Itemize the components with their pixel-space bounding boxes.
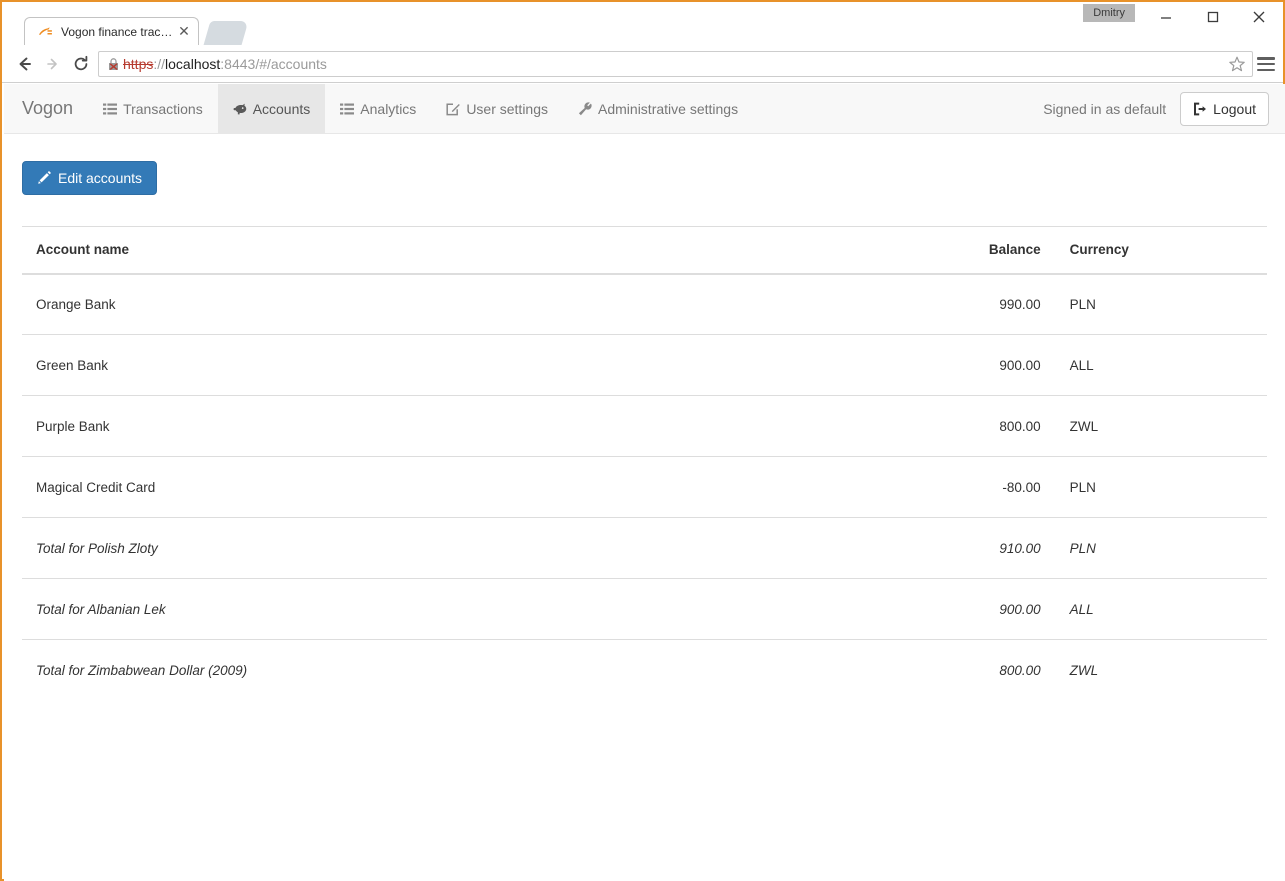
cell-currency: PLN <box>1041 274 1267 335</box>
nav-item-administrative-settings[interactable]: Administrative settings <box>563 84 753 133</box>
list-icon <box>340 102 354 116</box>
table-row: Purple Bank800.00ZWL <box>22 396 1267 457</box>
nav-item-label: Analytics <box>360 101 416 117</box>
table-row-total: Total for Albanian Lek900.00ALL <box>22 579 1267 640</box>
menu-bar-2 <box>1257 63 1275 66</box>
cell-account-name: Total for Albanian Lek <box>22 579 852 640</box>
cell-account-name: Total for Polish Zloty <box>22 518 852 579</box>
cell-account-name: Purple Bank <box>22 396 852 457</box>
cell-account-name: Magical Credit Card <box>22 457 852 518</box>
browser-tab[interactable]: Vogon finance tracker ✕ <box>24 17 199 45</box>
reload-icon[interactable] <box>66 49 96 79</box>
tab-close-icon[interactable]: ✕ <box>176 24 192 40</box>
signed-in-status: Signed in as default <box>1043 101 1166 117</box>
table-row: Green Bank900.00ALL <box>22 335 1267 396</box>
window-close-button[interactable] <box>1236 2 1281 32</box>
cell-balance: 900.00 <box>852 579 1041 640</box>
cell-balance: -80.00 <box>852 457 1041 518</box>
logout-label: Logout <box>1213 101 1256 117</box>
table-header-row: Account name Balance Currency <box>22 227 1267 274</box>
tab-title: Vogon finance tracker <box>61 25 176 39</box>
cell-account-name: Orange Bank <box>22 274 852 335</box>
url-path: :8443/#/accounts <box>220 56 327 72</box>
cell-balance: 800.00 <box>852 396 1041 457</box>
app-navbar: Vogon Transactions <box>4 84 1285 134</box>
edit-accounts-button[interactable]: Edit accounts <box>22 161 157 195</box>
window-maximize-button[interactable] <box>1190 2 1235 32</box>
nav-item-label: Transactions <box>123 101 203 117</box>
nav-item-analytics[interactable]: Analytics <box>325 84 431 133</box>
nav-item-label: Accounts <box>253 101 311 117</box>
cell-balance: 910.00 <box>852 518 1041 579</box>
nav-item-label: Administrative settings <box>598 101 738 117</box>
accounts-table: Account name Balance Currency Orange Ban… <box>22 226 1267 701</box>
forward-arrow-icon <box>38 49 68 79</box>
cell-balance: 990.00 <box>852 274 1041 335</box>
pencil-icon <box>37 171 51 185</box>
cell-balance: 900.00 <box>852 335 1041 396</box>
cell-currency: PLN <box>1041 518 1267 579</box>
piggy-bank-icon <box>233 102 247 116</box>
insecure-lock-icon[interactable] <box>107 57 121 72</box>
cell-account-name: Total for Zimbabwean Dollar (2009) <box>22 640 852 701</box>
url-host: localhost <box>165 56 220 72</box>
column-header-currency: Currency <box>1041 227 1267 274</box>
cell-currency: ZWL <box>1041 640 1267 701</box>
cell-currency: ALL <box>1041 335 1267 396</box>
browser-toolbar: https://localhost:8443/#/accounts <box>2 45 1283 83</box>
hamburger-menu-icon[interactable] <box>1255 54 1277 74</box>
accounts-table-head: Account name Balance Currency <box>22 227 1267 274</box>
url-text: https://localhost:8443/#/accounts <box>123 56 1224 72</box>
brand-logo[interactable]: Vogon <box>4 84 88 133</box>
column-header-balance: Balance <box>852 227 1041 274</box>
accounts-table-body: Orange Bank990.00PLNGreen Bank900.00ALLP… <box>22 274 1267 701</box>
new-tab-button[interactable] <box>204 21 249 45</box>
edit-square-icon <box>446 102 460 116</box>
url-separator: :// <box>153 56 165 72</box>
list-icon <box>103 102 117 116</box>
edit-accounts-label: Edit accounts <box>58 170 142 186</box>
navbar-right-section: Signed in as default Logout <box>1043 84 1285 133</box>
table-row-total: Total for Zimbabwean Dollar (2009)800.00… <box>22 640 1267 701</box>
nav-item-accounts[interactable]: Accounts <box>218 84 326 133</box>
cell-currency: ALL <box>1041 579 1267 640</box>
nav-item-transactions[interactable]: Transactions <box>88 84 218 133</box>
table-row: Magical Credit Card-80.00PLN <box>22 457 1267 518</box>
menu-bar-3 <box>1257 69 1275 72</box>
table-row: Orange Bank990.00PLN <box>22 274 1267 335</box>
nav-item-label: User settings <box>466 101 548 117</box>
menu-bar-1 <box>1257 57 1275 60</box>
logout-button[interactable]: Logout <box>1180 92 1269 126</box>
star-icon[interactable] <box>1228 55 1246 73</box>
browser-window: Vogon finance tracker ✕ Dmitry <box>0 0 1285 881</box>
nav-item-user-settings[interactable]: User settings <box>431 84 563 133</box>
vogon-favicon-icon <box>37 24 53 40</box>
address-bar[interactable]: https://localhost:8443/#/accounts <box>98 51 1253 77</box>
wrench-icon <box>578 102 592 116</box>
table-row-total: Total for Polish Zloty910.00PLN <box>22 518 1267 579</box>
browser-titlebar: Vogon finance tracker ✕ Dmitry <box>2 2 1283 45</box>
cell-currency: PLN <box>1041 457 1267 518</box>
main-content: Edit accounts Account name Balance Curre… <box>4 134 1285 701</box>
sign-out-icon <box>1193 102 1207 116</box>
cell-account-name: Green Bank <box>22 335 852 396</box>
column-header-account-name: Account name <box>22 227 852 274</box>
cell-currency: ZWL <box>1041 396 1267 457</box>
cell-balance: 800.00 <box>852 640 1041 701</box>
page-viewport: Vogon Transactions <box>4 84 1285 881</box>
window-minimize-button[interactable] <box>1143 2 1188 32</box>
back-arrow-icon[interactable] <box>10 49 40 79</box>
user-chip[interactable]: Dmitry <box>1083 4 1135 22</box>
url-scheme: https <box>123 56 153 72</box>
